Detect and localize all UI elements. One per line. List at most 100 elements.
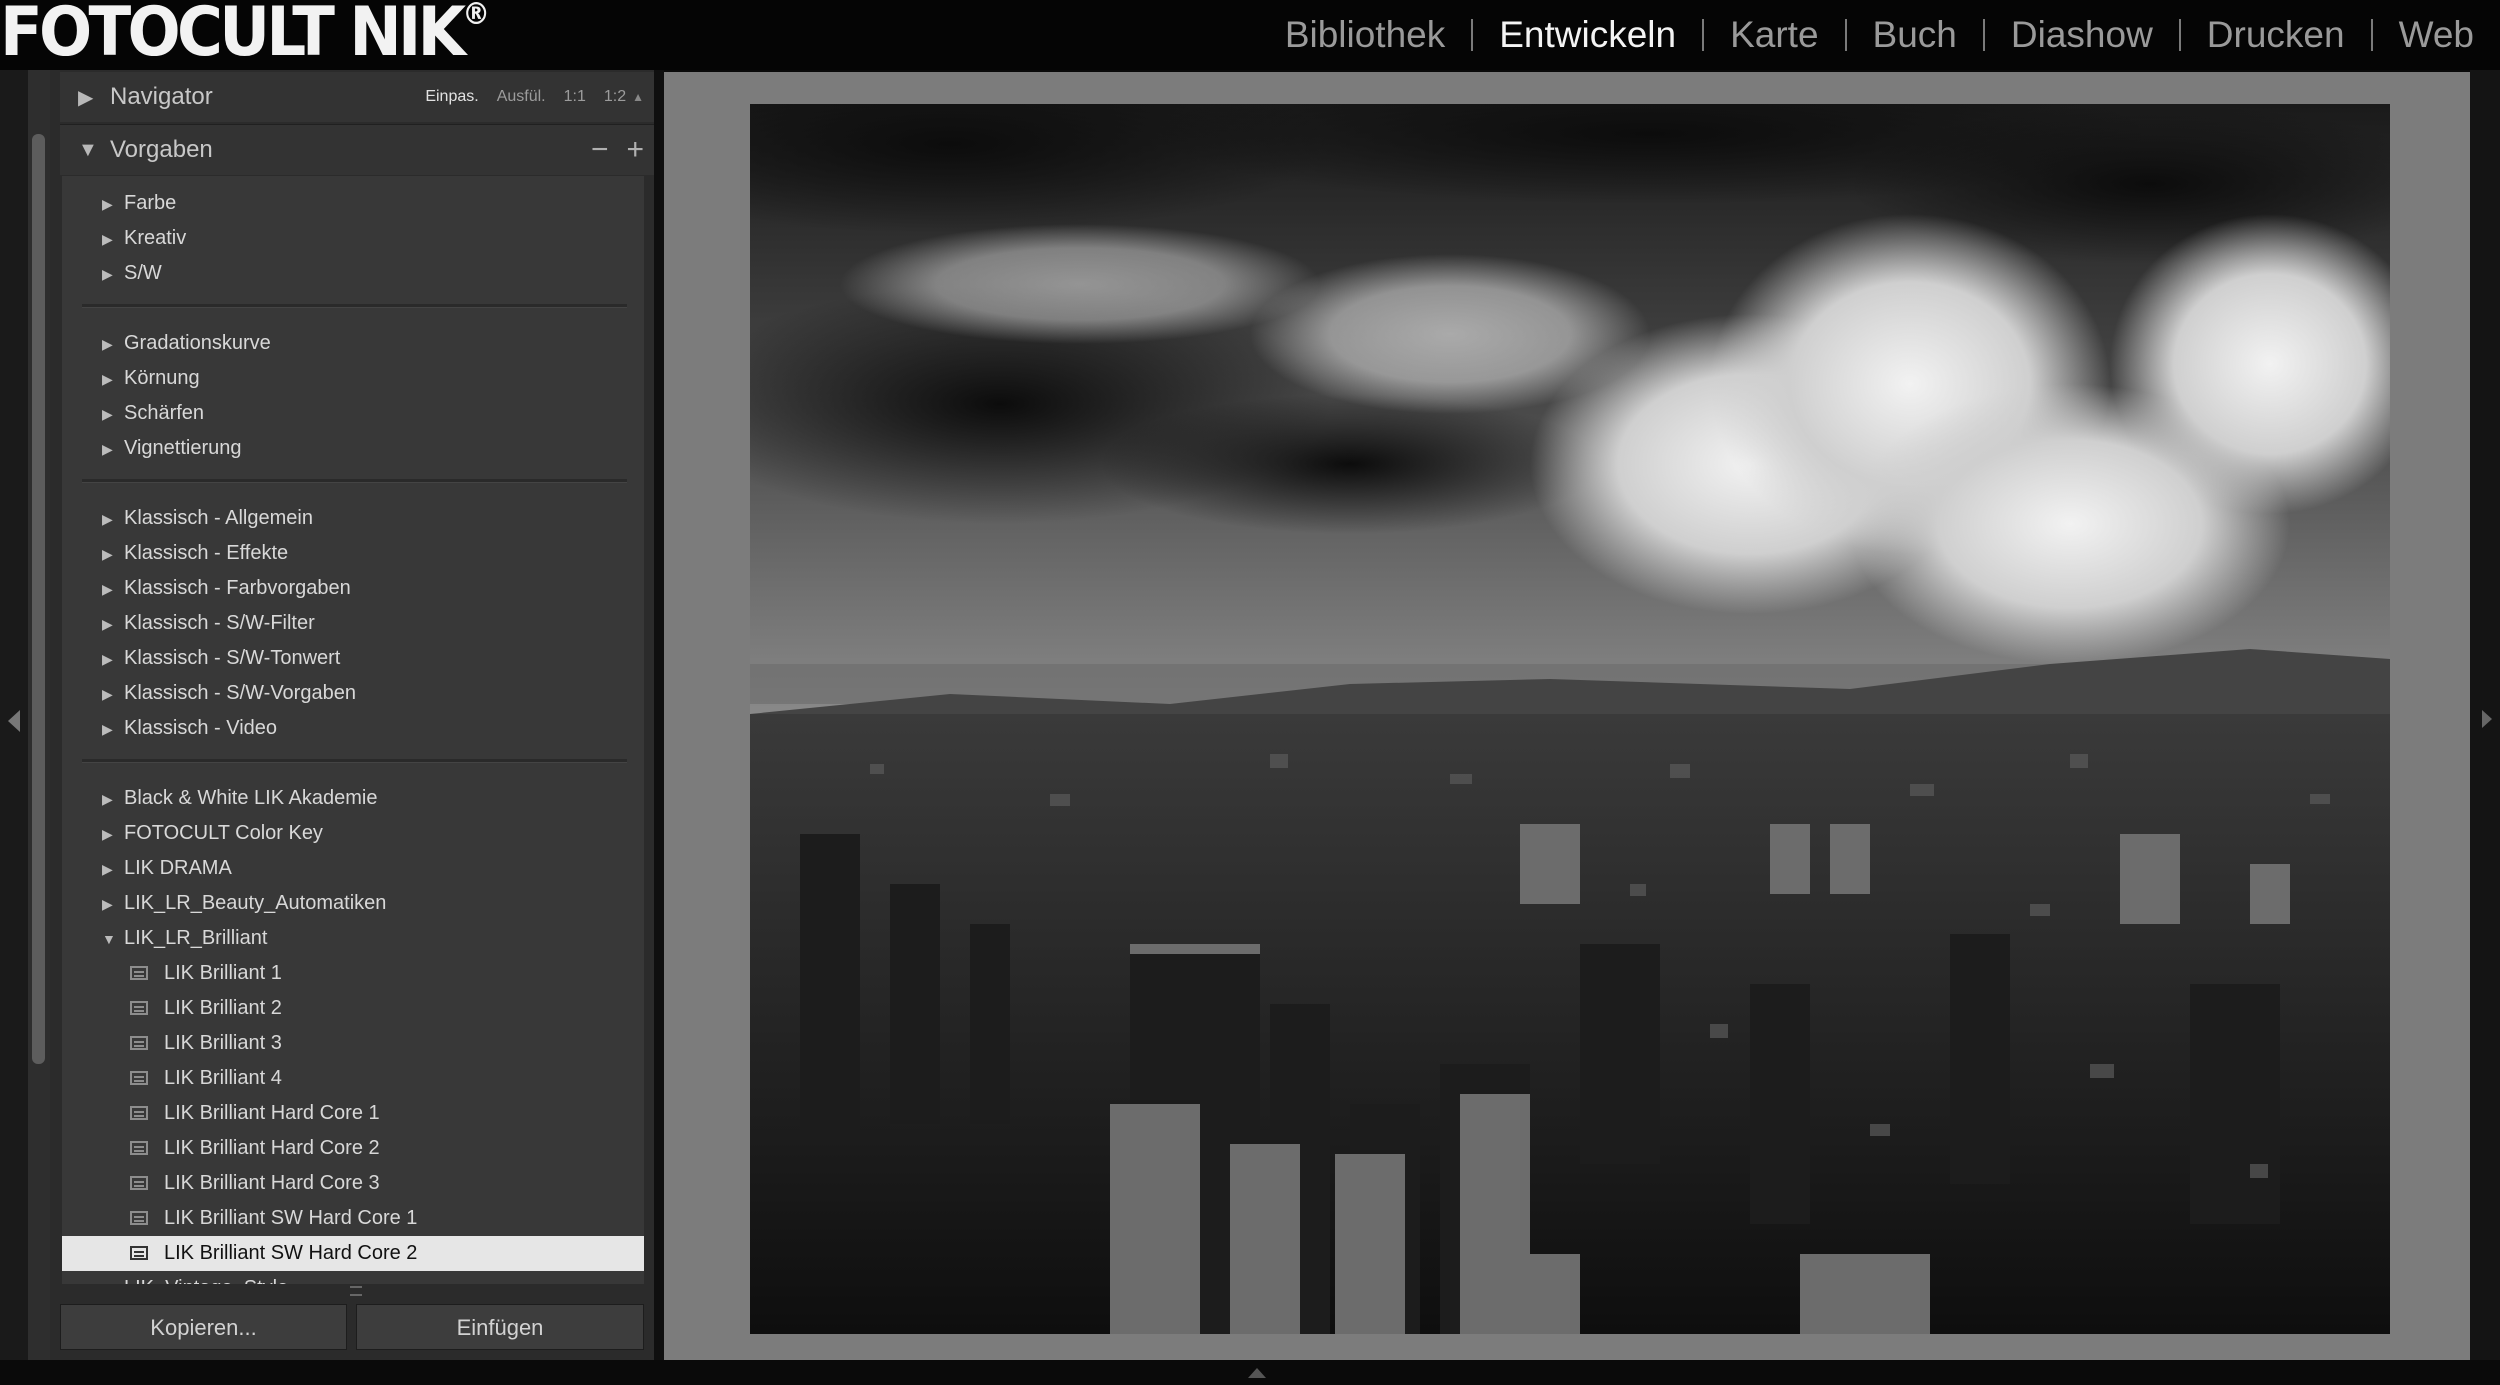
photo-canvas: [664, 72, 2470, 1360]
scrollbar-thumb[interactable]: [32, 134, 45, 1064]
preset-folder-vignettierung[interactable]: ▶ Vignettierung: [62, 431, 644, 466]
expand-filmstrip-arrow-icon[interactable]: [1248, 1368, 1266, 1378]
folder-closed-triangle-icon: ▶: [102, 406, 113, 422]
group-divider: [82, 304, 627, 308]
preset-item[interactable]: LIK Brilliant Hard Core 3: [62, 1166, 644, 1201]
preset-item[interactable]: LIK Brilliant 4: [62, 1061, 644, 1096]
folder-closed-triangle-icon: ▶: [102, 546, 113, 562]
preset-file-icon: [130, 1246, 148, 1260]
folder-closed-triangle-icon: ▶: [102, 686, 113, 702]
left-panel-toggle[interactable]: [0, 70, 28, 1360]
preset-folder-klassisch-sw-tonwert[interactable]: ▶ Klassisch - S/W-Tonwert: [62, 641, 644, 676]
zoom-fill[interactable]: Ausfül.: [497, 88, 546, 106]
folder-label: Gradationskurve: [124, 332, 271, 354]
module-web[interactable]: Web: [2373, 0, 2500, 70]
preset-item[interactable]: LIK Brilliant Hard Core 2: [62, 1131, 644, 1166]
photo-preview[interactable]: [750, 104, 2390, 1334]
collapse-triangle-icon[interactable]: ▼: [78, 139, 98, 162]
panel-resize-handle[interactable]: [350, 1286, 362, 1296]
group-divider: [82, 759, 627, 763]
folder-closed-triangle-icon: ▶: [102, 1281, 113, 1284]
folder-label: Körnung: [124, 367, 200, 389]
expand-right-arrow-icon[interactable]: [2482, 710, 2492, 728]
navigator-title: Navigator: [110, 83, 213, 110]
preset-folder-bw-lik-akademie[interactable]: ▶ Black & White LIK Akademie: [62, 781, 644, 816]
folder-closed-triangle-icon: ▶: [102, 861, 113, 877]
module-bibliothek[interactable]: Bibliothek: [1259, 0, 1471, 70]
folder-closed-triangle-icon: ▶: [102, 371, 113, 387]
folder-closed-triangle-icon: ▶: [102, 266, 113, 282]
preset-folder-klassisch-allgemein[interactable]: ▶ Klassisch - Allgemein: [62, 501, 644, 536]
group-divider: [82, 479, 627, 483]
preset-label: LIK Brilliant 1: [164, 962, 282, 984]
folder-label: Klassisch - S/W-Tonwert: [124, 647, 341, 669]
preset-folder-koernung[interactable]: ▶ Körnung: [62, 361, 644, 396]
copy-settings-button[interactable]: Kopieren...: [60, 1304, 347, 1350]
logo-text: FOTOCULT: [0, 0, 335, 72]
zoom-1-1[interactable]: 1:1: [564, 88, 586, 106]
folder-closed-triangle-icon: ▶: [102, 441, 113, 457]
module-karte[interactable]: Karte: [1704, 0, 1844, 70]
filmstrip-toggle[interactable]: [0, 1360, 2500, 1385]
preset-item[interactable]: LIK Brilliant 1: [62, 956, 644, 991]
folder-closed-triangle-icon: ▶: [102, 616, 113, 632]
preset-folder-lik-drama[interactable]: ▶ LIK DRAMA: [62, 851, 644, 886]
preset-item[interactable]: LIK Brilliant 2: [62, 991, 644, 1026]
paste-settings-button[interactable]: Einfügen: [356, 1304, 644, 1350]
preset-folder-sw[interactable]: ▶ S/W: [62, 256, 644, 291]
expand-triangle-icon[interactable]: ▶: [78, 85, 93, 110]
collapse-left-arrow-icon[interactable]: [8, 710, 20, 732]
remove-preset-button[interactable]: −: [591, 125, 609, 175]
folder-open-triangle-icon: ▼: [102, 931, 116, 947]
preset-folder-klassisch-farbvorgaben[interactable]: ▶ Klassisch - Farbvorgaben: [62, 571, 644, 606]
folder-label: Klassisch - Effekte: [124, 542, 289, 564]
preset-item-selected[interactable]: LIK Brilliant SW Hard Core 2: [62, 1236, 644, 1271]
left-panel: ▶ Navigator Einpas. Ausfül. 1:1 1:2 ▲ ▼ …: [50, 70, 654, 1360]
preset-folder-kreativ[interactable]: ▶ Kreativ: [62, 221, 644, 256]
preset-folder-farbe[interactable]: ▶ Farbe: [62, 186, 644, 221]
module-drucken[interactable]: Drucken: [2181, 0, 2371, 70]
preset-folder-klassisch-video[interactable]: ▶ Klassisch - Video: [62, 711, 644, 746]
folder-label: FOTOCULT Color Key: [124, 822, 323, 844]
add-preset-button[interactable]: +: [626, 125, 644, 175]
preset-folder-klassisch-sw-vorgaben[interactable]: ▶ Klassisch - S/W-Vorgaben: [62, 676, 644, 711]
top-bar: FOTOCULT NIK® Bibliothek Entwickeln Kart…: [0, 0, 2500, 70]
zoom-options: Einpas. Ausfül. 1:1 1:2 ▲: [407, 72, 644, 122]
preset-folder-schaerfen[interactable]: ▶ Schärfen: [62, 396, 644, 431]
preset-folder-lik-vintage-style[interactable]: ▶ LIK_Vintage_Style: [62, 1271, 644, 1284]
preset-item[interactable]: LIK Brilliant 3: [62, 1026, 644, 1061]
preset-label: LIK Brilliant 4: [164, 1067, 282, 1089]
zoom-1-2[interactable]: 1:2: [604, 88, 626, 106]
left-panel-scrollbar[interactable]: [28, 70, 50, 1360]
presets-header[interactable]: ▼ Vorgaben − +: [60, 124, 654, 175]
navigator-header[interactable]: ▶ Navigator Einpas. Ausfül. 1:1 1:2 ▲: [60, 72, 654, 122]
right-panel-toggle[interactable]: [2470, 70, 2500, 1360]
zoom-fit[interactable]: Einpas.: [425, 88, 478, 106]
preset-folder-lik-lr-brilliant[interactable]: ▼ LIK_LR_Brilliant: [62, 921, 644, 956]
panel-divider: [654, 70, 664, 1360]
module-buch[interactable]: Buch: [1847, 0, 1983, 70]
preset-file-icon: [130, 1141, 148, 1155]
preset-item[interactable]: LIK Brilliant Hard Core 1: [62, 1096, 644, 1131]
preset-folder-klassisch-sw-filter[interactable]: ▶ Klassisch - S/W-Filter: [62, 606, 644, 641]
folder-closed-triangle-icon: ▶: [102, 826, 113, 842]
preset-folder-lik-lr-beauty[interactable]: ▶ LIK_LR_Beauty_Automatiken: [62, 886, 644, 921]
preset-label: LIK Brilliant Hard Core 3: [164, 1172, 380, 1194]
logo-registered: ®: [462, 0, 491, 32]
module-diashow[interactable]: Diashow: [1985, 0, 2179, 70]
module-entwickeln[interactable]: Entwickeln: [1473, 0, 1702, 70]
folder-closed-triangle-icon: ▶: [102, 196, 113, 212]
folder-closed-triangle-icon: ▶: [102, 791, 113, 807]
preset-folder-klassisch-effekte[interactable]: ▶ Klassisch - Effekte: [62, 536, 644, 571]
preset-folder-fotocult-color-key[interactable]: ▶ FOTOCULT Color Key: [62, 816, 644, 851]
folder-closed-triangle-icon: ▶: [102, 336, 113, 352]
brand-logo: FOTOCULT NIK®: [0, 0, 490, 70]
folder-closed-triangle-icon: ▶: [102, 721, 113, 737]
folder-label: Klassisch - Farbvorgaben: [124, 577, 351, 599]
folder-label: LIK DRAMA: [124, 857, 232, 879]
zoom-stepper-icon[interactable]: ▲: [632, 90, 644, 104]
preset-label: LIK Brilliant 2: [164, 997, 282, 1019]
preset-folder-gradationskurve[interactable]: ▶ Gradationskurve: [62, 326, 644, 361]
preset-item[interactable]: LIK Brilliant SW Hard Core 1: [62, 1201, 644, 1236]
folder-label: S/W: [124, 262, 162, 284]
